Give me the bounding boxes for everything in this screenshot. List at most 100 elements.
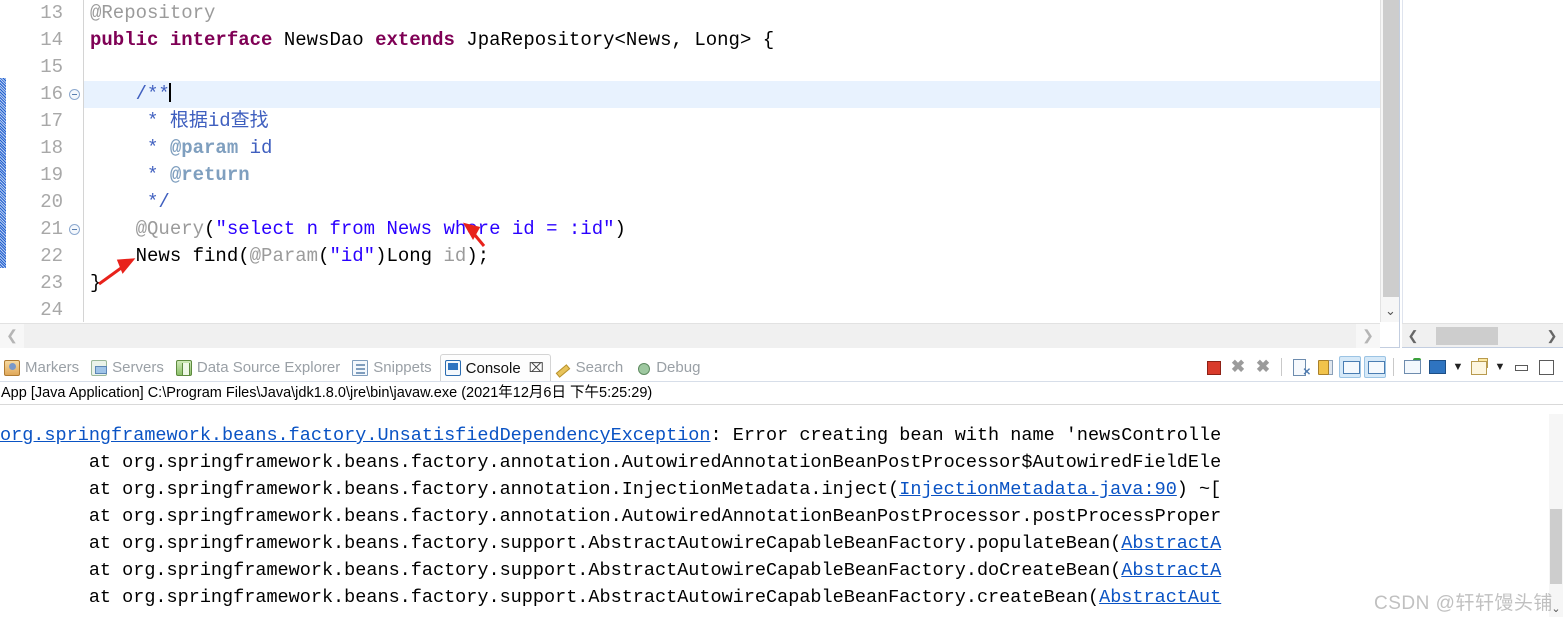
data-source-explorer-icon xyxy=(175,359,192,376)
console-stacktrace-link[interactable]: AbstractA xyxy=(1121,533,1221,554)
console-icon xyxy=(444,360,461,376)
terminate-button[interactable] xyxy=(1202,356,1224,378)
code-line[interactable]: * @param id xyxy=(84,135,1399,162)
line-number: 16 xyxy=(6,81,83,108)
console-text: at org.springframework.beans.factory.ann… xyxy=(0,506,1222,527)
editor-vertical-scrollbar[interactable]: ⌄ xyxy=(1380,0,1399,322)
editor-horizontal-scrollbar-track[interactable] xyxy=(24,323,1356,348)
code-token-plain: ) xyxy=(614,218,626,240)
code-token-ann: @Repository xyxy=(90,2,216,24)
close-icon[interactable]: ⌧ xyxy=(529,360,544,376)
code-editor[interactable]: 13 14 15 16 17 18 19 20 21 22 23 24 @Repository publ… xyxy=(0,0,1400,348)
console-line: at org.springframework.beans.factory.sup… xyxy=(0,530,1549,557)
tab-markers[interactable]: Markers xyxy=(0,354,87,381)
show-console-on-error-button[interactable] xyxy=(1364,356,1386,378)
console-line: at org.springframework.beans.factory.ann… xyxy=(0,449,1549,476)
line-number: 22 xyxy=(40,245,63,267)
outline-horizontal-scrollbar[interactable]: ❮ ❯ xyxy=(1402,323,1563,347)
console-stacktrace-link[interactable]: AbstractA xyxy=(1121,560,1221,581)
outline-view-body[interactable] xyxy=(1402,0,1563,323)
code-token-ann: @Param xyxy=(249,245,319,267)
line-number: 13 xyxy=(40,2,63,24)
code-line[interactable]: public interface NewsDao extends JpaRepo… xyxy=(84,27,1399,54)
display-selected-console-button[interactable] xyxy=(1426,356,1448,378)
snippets-icon xyxy=(352,359,369,376)
line-number: 18 xyxy=(40,137,63,159)
code-token-plain: )Long xyxy=(375,245,444,267)
open-console-dropdown[interactable]: ▼ xyxy=(1493,356,1507,378)
tab-servers[interactable]: Servers xyxy=(87,354,172,381)
tab-data-source-explorer[interactable]: Data Source Explorer xyxy=(172,354,348,381)
outline-scroll-right-icon[interactable]: ❯ xyxy=(1541,328,1563,344)
outline-scrollbar-thumb[interactable] xyxy=(1436,326,1498,345)
code-line[interactable]: * 根据id查找 xyxy=(84,108,1399,135)
editor-body[interactable]: 13 14 15 16 17 18 19 20 21 22 23 24 @Repository publ… xyxy=(0,0,1399,322)
line-number: 21 xyxy=(6,216,83,243)
console-line: at org.springframework.beans.factory.ann… xyxy=(0,503,1549,530)
console-text: at org.springframework.beans.factory.sup… xyxy=(0,587,1100,608)
code-token-cmt: */ xyxy=(147,191,170,213)
scroll-left-icon[interactable]: ❮ xyxy=(0,323,24,348)
csdn-watermark: CSDN @轩轩馒头铺 xyxy=(1374,593,1553,614)
console-stacktrace-link[interactable]: AbstractAut xyxy=(1099,587,1221,608)
text-caret xyxy=(168,83,171,102)
outline-scroll-left-icon[interactable]: ❮ xyxy=(1402,328,1424,344)
fold-collapse-icon[interactable] xyxy=(69,224,80,235)
display-console-dropdown[interactable]: ▼ xyxy=(1451,356,1465,378)
editor-vertical-scrollbar-thumb[interactable] xyxy=(1383,0,1399,297)
fold-collapse-icon[interactable] xyxy=(69,89,80,100)
console-view-toolbar[interactable]: ✖✖ ▼ ▼ xyxy=(1202,354,1557,380)
maximize-view-button[interactable] xyxy=(1535,356,1557,378)
scroll-lock-button[interactable] xyxy=(1314,356,1336,378)
servers-icon xyxy=(91,359,108,376)
code-line[interactable]: * @return xyxy=(84,162,1399,189)
line-number: 14 xyxy=(40,29,63,51)
tab-console[interactable]: Console ⌧ xyxy=(439,354,551,381)
outline-scrollbar-track[interactable] xyxy=(1424,324,1541,348)
minimize-view-button[interactable] xyxy=(1510,356,1532,378)
console-launch-header: App [Java Application] C:\Program Files\… xyxy=(1,385,653,401)
console-stacktrace-link[interactable]: org.springframework.beans.factory.Unsati… xyxy=(0,425,711,446)
code-token-cmtk: @return xyxy=(169,164,250,186)
code-text-area[interactable]: @Repository public interface NewsDao exte… xyxy=(84,0,1399,322)
open-console-button[interactable] xyxy=(1468,356,1490,378)
code-line[interactable]: @Repository xyxy=(84,0,1399,27)
console-line: org.springframework.beans.factory.Unsati… xyxy=(0,422,1549,449)
tab-search[interactable]: Search xyxy=(551,354,632,381)
console-text: at org.springframework.beans.factory.ann… xyxy=(0,452,1222,473)
console-output[interactable]: org.springframework.beans.factory.Unsati… xyxy=(0,414,1549,617)
code-line[interactable]: @Query("select n from News where id = :i… xyxy=(84,216,1399,243)
code-line[interactable] xyxy=(84,54,1399,81)
code-line[interactable]: */ xyxy=(84,189,1399,216)
outline-view[interactable]: ❮ ❯ xyxy=(1402,0,1563,348)
show-console-on-output-button[interactable] xyxy=(1339,356,1361,378)
tab-snippets[interactable]: Snippets xyxy=(348,354,439,381)
code-token-plain: ); xyxy=(466,245,490,267)
console-stacktrace-link[interactable]: InjectionMetadata.java:90 xyxy=(899,479,1177,500)
console-scrollbar-thumb[interactable] xyxy=(1550,509,1562,584)
code-line[interactable]: } xyxy=(84,270,1399,297)
line-number: 19 xyxy=(40,164,63,186)
code-line[interactable] xyxy=(84,297,1399,322)
pin-console-button[interactable] xyxy=(1401,356,1423,378)
scroll-right-icon[interactable]: ❯ xyxy=(1356,323,1380,348)
tab-debug[interactable]: Debug xyxy=(631,354,708,381)
remove-all-terminated-button[interactable]: ✖ xyxy=(1252,356,1274,378)
code-token-cmt: * 根据id查找 xyxy=(147,110,269,132)
scroll-down-icon[interactable]: ⌄ xyxy=(1381,300,1400,322)
editor-horizontal-scrollbar[interactable]: ❮ ❯ xyxy=(0,323,1380,348)
line-number-gutter[interactable]: 13 14 15 16 17 18 19 20 21 22 23 24 xyxy=(6,0,84,322)
console-vertical-scrollbar[interactable]: ⌄ xyxy=(1549,414,1563,617)
console-view[interactable]: App [Java Application] C:\Program Files\… xyxy=(0,381,1563,617)
remove-launch-button[interactable]: ✖ xyxy=(1227,356,1249,378)
console-line: at org.springframework.beans.factory.sup… xyxy=(0,557,1549,584)
code-line[interactable]: /** xyxy=(84,81,1399,108)
console-divider xyxy=(0,404,1563,405)
code-line[interactable]: News find(@Param("id")Long id); xyxy=(84,243,1399,270)
clear-console-button[interactable] xyxy=(1289,356,1311,378)
